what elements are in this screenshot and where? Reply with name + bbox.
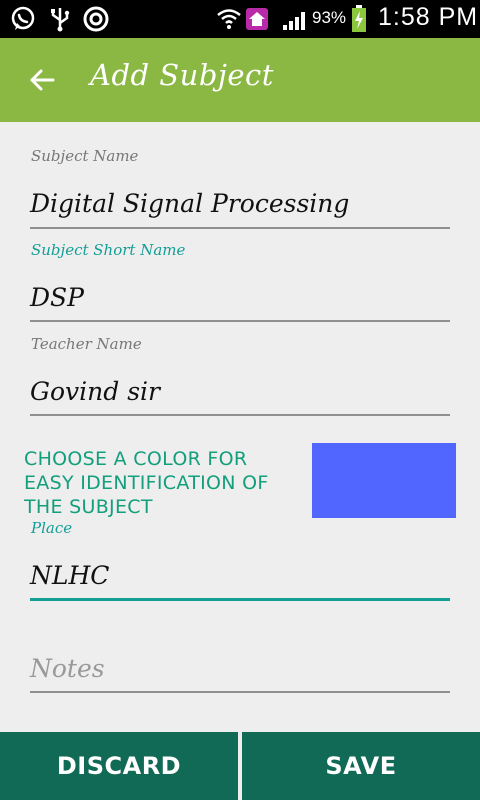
usb-icon (48, 5, 72, 33)
place-underline (30, 598, 450, 601)
short-name-input[interactable]: DSP (30, 283, 84, 312)
color-label: CHOOSE A COLOR FOR EASY IDENTIFICATION O… (24, 448, 269, 518)
battery-charging-icon (350, 5, 368, 33)
wifi-icon (216, 5, 242, 33)
subject-name-underline (30, 227, 450, 229)
clock: 1:58 PM (378, 3, 479, 31)
short-name-underline (30, 320, 450, 322)
status-bar: 93% 1:58 PM (0, 0, 480, 38)
home-icon (244, 5, 270, 33)
arrow-left-icon (30, 69, 55, 91)
back-button[interactable] (22, 60, 62, 100)
color-swatch[interactable] (312, 443, 456, 518)
short-name-label: Subject Short Name (31, 241, 186, 259)
teacher-name-underline (30, 414, 450, 416)
toolbar: Add Subject (0, 38, 480, 122)
app-icon (82, 5, 110, 33)
subject-name-input[interactable]: Digital Signal Processing (30, 189, 349, 218)
teacher-name-label: Teacher Name (31, 335, 142, 353)
notes-input[interactable]: Notes (30, 654, 105, 683)
place-label: Place (31, 519, 73, 537)
signal-icon (282, 5, 310, 33)
subject-name-label: Subject Name (31, 147, 139, 165)
notes-underline (30, 691, 450, 693)
save-button[interactable]: SAVE (242, 732, 480, 800)
battery-percent: 93% (312, 8, 347, 27)
page-title: Add Subject (90, 58, 274, 92)
whatsapp-icon (8, 5, 38, 33)
discard-button[interactable]: DISCARD (0, 732, 238, 800)
place-input[interactable]: NLHC (30, 561, 109, 590)
teacher-name-input[interactable]: Govind sir (30, 377, 160, 406)
